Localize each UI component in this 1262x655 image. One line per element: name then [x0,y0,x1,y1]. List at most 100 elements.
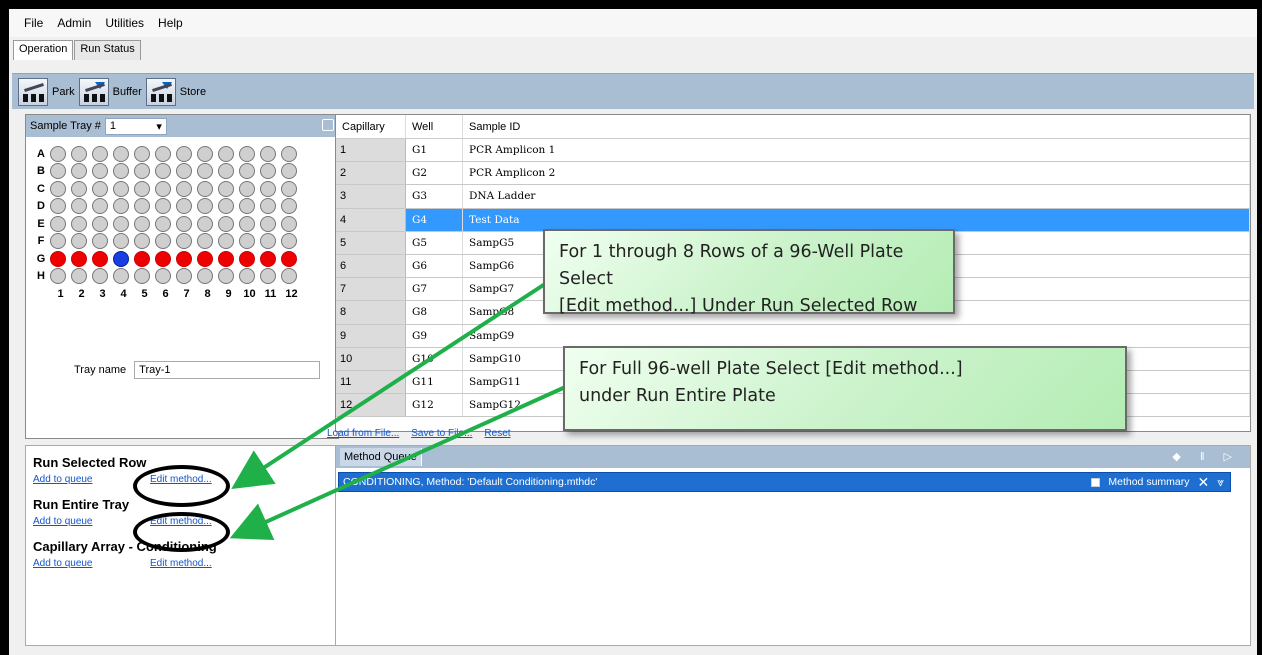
row-label[interactable]: E [32,218,50,230]
well[interactable] [260,233,276,250]
well[interactable] [239,180,255,197]
conditioning-add-link[interactable]: Add to queue [33,558,150,569]
well[interactable] [71,145,87,162]
well[interactable] [113,163,129,180]
well[interactable] [197,233,213,250]
row-label[interactable]: F [32,235,50,247]
well[interactable] [50,163,66,180]
sample-id-cell[interactable]: DNA Ladder [463,185,1250,208]
column-label[interactable]: 12 [281,288,302,300]
save-to-file-link[interactable]: Save to File... [411,428,472,439]
well[interactable] [260,268,276,285]
capillary-cell[interactable]: 11 [336,370,406,394]
pin-icon[interactable] [322,119,334,131]
well-cell[interactable]: G7 [406,278,463,301]
sample-id-cell[interactable]: SampG9 [463,324,1250,347]
well[interactable] [71,268,87,285]
run-entire-tray-add-link[interactable]: Add to queue [33,516,150,527]
well[interactable] [71,233,87,250]
well[interactable] [239,250,255,267]
well[interactable] [281,180,297,197]
well[interactable] [50,268,66,285]
well[interactable] [176,250,192,267]
sample-id-cell[interactable]: PCR Amplicon 1 [463,139,1250,162]
park-button[interactable]: Park [18,77,75,106]
well[interactable] [155,233,171,250]
well-cell[interactable]: G3 [406,185,463,208]
well[interactable] [239,268,255,285]
queue-controls-icon[interactable]: ◆ ‖ ▷ [1172,450,1240,463]
well[interactable] [113,198,129,215]
well[interactable] [239,145,255,162]
well[interactable] [239,233,255,250]
capillary-cell[interactable]: 3 [336,185,406,208]
well[interactable] [176,233,192,250]
well[interactable] [281,163,297,180]
tab-operation[interactable]: Operation [13,40,74,60]
well-cell[interactable]: G5 [406,231,463,254]
well[interactable] [155,215,171,232]
menu-file[interactable]: File [17,16,50,30]
well[interactable] [113,250,129,267]
well[interactable] [197,180,213,197]
tab-run-status[interactable]: Run Status [74,40,141,60]
well[interactable] [134,180,150,197]
conditioning-edit-link[interactable]: Edit method... [150,558,212,569]
well[interactable] [71,163,87,180]
well[interactable] [155,145,171,162]
method-summary-link[interactable]: Method summary [1108,476,1189,488]
capillary-cell[interactable]: 1 [336,139,406,162]
well[interactable] [50,198,66,215]
well-cell[interactable]: G1 [406,139,463,162]
well[interactable] [239,163,255,180]
well[interactable] [197,250,213,267]
well[interactable] [50,145,66,162]
well[interactable] [197,163,213,180]
table-row[interactable]: 9 G9 SampG9 [336,324,1250,348]
well[interactable] [92,250,108,267]
well[interactable] [134,268,150,285]
well[interactable] [281,215,297,232]
well[interactable] [155,163,171,180]
col-capillary[interactable]: Capillary [336,115,406,138]
well[interactable] [176,163,192,180]
close-icon[interactable]: ✕ [1197,474,1209,491]
row-label[interactable]: G [32,253,50,265]
well[interactable] [197,145,213,162]
capillary-cell[interactable]: 6 [336,254,406,278]
well[interactable] [92,268,108,285]
well[interactable] [260,163,276,180]
column-label[interactable]: 11 [260,288,281,300]
well-cell[interactable]: G9 [406,324,463,347]
menu-utilities[interactable]: Utilities [98,16,151,30]
well[interactable] [281,198,297,215]
table-row[interactable]: 3 G3 DNA Ladder [336,185,1250,209]
well[interactable] [218,250,234,267]
well[interactable] [218,180,234,197]
col-well[interactable]: Well [406,115,463,138]
well[interactable] [197,215,213,232]
well[interactable] [281,268,297,285]
column-label[interactable]: 9 [218,288,239,300]
well[interactable] [197,198,213,215]
row-label[interactable]: C [32,183,50,195]
well[interactable] [260,180,276,197]
well-cell[interactable]: G6 [406,254,463,278]
well[interactable] [113,180,129,197]
well[interactable] [71,198,87,215]
column-label[interactable]: 4 [113,288,134,300]
store-button[interactable]: Store [145,77,206,106]
tray-name-input[interactable]: Tray-1 [134,361,321,379]
load-from-file-link[interactable]: Load from File... [327,428,399,439]
well[interactable] [134,163,150,180]
well[interactable] [218,163,234,180]
well[interactable] [134,233,150,250]
well[interactable] [155,198,171,215]
well[interactable] [176,145,192,162]
buffer-button[interactable]: Buffer [78,77,142,106]
well[interactable] [218,215,234,232]
well[interactable] [134,215,150,232]
tray-number-select[interactable]: 1 ▾ [104,117,167,135]
well[interactable] [92,233,108,250]
well[interactable] [92,163,108,180]
